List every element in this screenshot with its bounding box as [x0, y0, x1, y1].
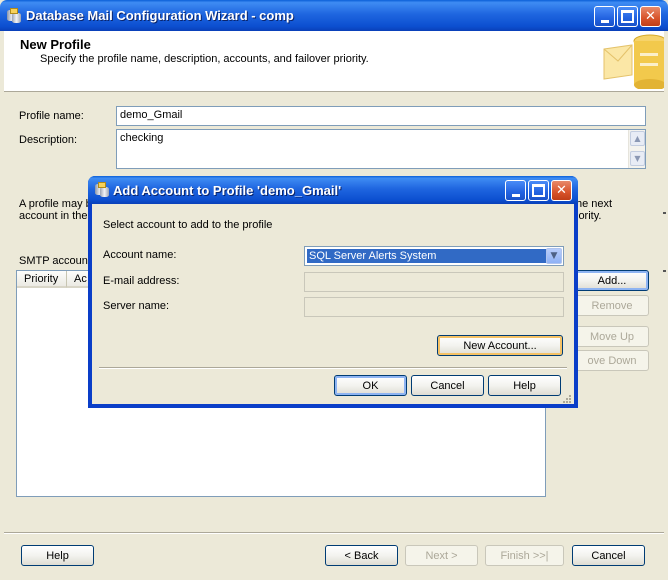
cancel-button[interactable]: Cancel — [572, 545, 645, 566]
minimize-button[interactable] — [594, 6, 615, 27]
move-up-button[interactable]: Move Up — [575, 326, 649, 347]
column-header-priority[interactable]: Priority — [17, 271, 67, 288]
dialog-cancel-button[interactable]: Cancel — [411, 375, 484, 396]
dialog-help-button[interactable]: Help — [488, 375, 561, 396]
move-down-button[interactable]: ove Down — [575, 350, 649, 371]
window-edge — [663, 196, 668, 288]
footer-separator — [4, 532, 664, 534]
dialog-titlebar[interactable]: Add Account to Profile 'demo_Gmail' ✕ — [88, 176, 578, 204]
close-icon: ✕ — [556, 183, 567, 198]
description-text: checking — [120, 132, 164, 144]
dialog-close-button[interactable]: ✕ — [551, 180, 572, 201]
server-name-field[interactable] — [304, 297, 564, 317]
info-text-right-1: he next — [576, 198, 613, 210]
chevron-down-icon[interactable]: ▼ — [546, 248, 562, 264]
dialog-maximize-button[interactable] — [528, 180, 549, 201]
main-titlebar[interactable]: Database Mail Configuration Wizard - com… — [0, 0, 668, 31]
new-account-button[interactable]: New Account... — [437, 335, 563, 356]
back-button[interactable]: < Back — [325, 545, 398, 566]
account-name-select[interactable]: SQL Server Alerts System ▼ — [304, 246, 564, 266]
dialog-minimize-button[interactable] — [505, 180, 526, 201]
profile-name-input[interactable]: demo_Gmail — [116, 106, 646, 126]
close-button[interactable]: ✕ — [640, 6, 661, 27]
maximize-icon — [621, 10, 634, 23]
description-label: Description: — [19, 134, 78, 146]
dialog-separator — [99, 367, 567, 369]
scroll-up-icon[interactable]: ▲ — [630, 131, 645, 146]
next-button[interactable]: Next > — [405, 545, 478, 566]
minimize-icon — [511, 193, 520, 197]
description-textarea[interactable]: checking ▲ ▼ — [116, 129, 646, 169]
account-name-label: Account name: — [103, 249, 177, 261]
maximize-icon — [532, 184, 545, 197]
dialog-body: Select account to add to the profile Acc… — [92, 204, 574, 404]
info-text-left-1: A profile may b — [19, 198, 92, 210]
dialog-instruction: Select account to add to the profile — [103, 219, 273, 231]
profile-name-label: Profile name: — [19, 110, 84, 122]
database-mail-icon — [6, 8, 22, 24]
info-text-right-2: iority. — [576, 210, 602, 222]
add-account-dialog: Add Account to Profile 'demo_Gmail' ✕ Se… — [88, 176, 578, 408]
minimize-icon — [600, 19, 609, 23]
server-name-label: Server name: — [103, 300, 170, 312]
database-mail-icon — [94, 182, 110, 198]
smtp-accounts-label: SMTP accoun — [19, 255, 88, 267]
database-mail-graphic-icon — [602, 31, 664, 89]
scroll-down-icon[interactable]: ▼ — [630, 151, 645, 166]
page-title: New Profile — [20, 37, 91, 52]
dialog-title: Add Account to Profile 'demo_Gmail' — [113, 183, 342, 198]
page-subtitle: Specify the profile name, description, a… — [40, 53, 369, 65]
maximize-button[interactable] — [617, 6, 638, 27]
email-address-field[interactable] — [304, 272, 564, 292]
remove-account-button[interactable]: Remove — [575, 295, 649, 316]
finish-button[interactable]: Finish >>| — [485, 545, 564, 566]
help-button[interactable]: Help — [21, 545, 94, 566]
wizard-header: New Profile Specify the profile name, de… — [4, 31, 664, 92]
info-text-left-2: account in the — [19, 210, 88, 222]
email-address-label: E-mail address: — [103, 275, 180, 287]
ok-button[interactable]: OK — [334, 375, 407, 396]
account-name-value: SQL Server Alerts System — [307, 249, 552, 263]
window-title: Database Mail Configuration Wizard - com… — [26, 8, 294, 23]
add-account-button[interactable]: Add... — [575, 270, 649, 291]
description-scrollbar[interactable]: ▲ ▼ — [628, 130, 645, 168]
resize-grip-icon[interactable] — [562, 394, 572, 404]
close-icon: ✕ — [645, 9, 656, 24]
